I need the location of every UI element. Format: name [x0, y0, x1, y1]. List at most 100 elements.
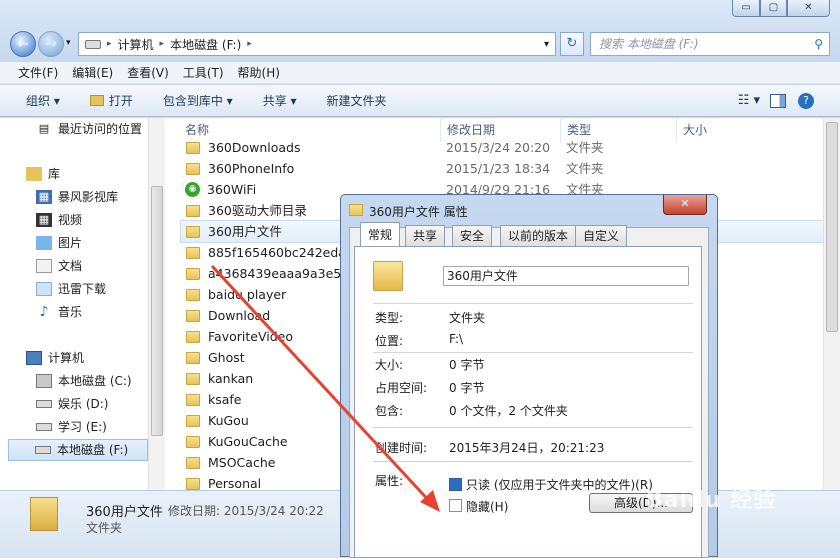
system-drive-icon [36, 374, 52, 388]
menu-help[interactable]: 帮助(H) [238, 64, 280, 81]
folder-icon [186, 288, 200, 301]
address-bar[interactable]: ▸ 计算机 ▸ 本地磁盘 (F:) ▸ ▾ [78, 32, 556, 56]
wifi-icon: ◉ [185, 182, 200, 197]
nav-item-label: 音乐 [58, 305, 83, 319]
nav-item-label: 学习 (E:) [58, 420, 107, 434]
location-label: 位置: [375, 334, 404, 348]
dialog-title: 360用户文件 属性 [369, 205, 468, 219]
nav-item-label: 图片 [58, 236, 83, 250]
details-modified: 修改日期: 2015/3/24 20:22 [168, 504, 324, 518]
size-value: 0 字节 [449, 358, 485, 372]
file-name: 360PhoneInfo [208, 161, 295, 176]
folder-icon [186, 225, 200, 238]
recent-places-icon: ▤ [38, 122, 50, 135]
view-options-icon[interactable]: ☷ ▾ [738, 93, 760, 108]
hidden-label: 隐藏(H) [466, 500, 509, 514]
nav-drive-f[interactable]: 本地磁盘 (F:) [8, 439, 148, 461]
drive-icon [36, 400, 52, 408]
folder-icon [186, 372, 200, 385]
back-button[interactable]: ← [10, 31, 36, 57]
size-label: 大小: [375, 358, 404, 372]
file-date: 2015/3/24 20:20 [446, 140, 551, 155]
tab-general[interactable]: 常规 [360, 222, 401, 247]
nav-item-label: 迅雷下载 [58, 282, 107, 296]
type-label: 类型: [375, 311, 404, 325]
file-type: 文件夹 [566, 140, 604, 155]
disk-size-value: 0 字节 [449, 381, 485, 395]
menu-file[interactable]: 文件(F) [18, 64, 58, 81]
open-folder-icon [89, 95, 104, 106]
tab-customize[interactable]: 自定义 [575, 225, 628, 247]
scrollbar-thumb[interactable] [826, 122, 838, 332]
list-scrollbar[interactable] [823, 118, 840, 490]
created-value: 2015年3月24日，20:21:23 [449, 441, 605, 455]
hidden-checkbox[interactable] [449, 499, 462, 512]
file-type: 文件夹 [566, 161, 604, 176]
search-input[interactable]: 搜索 本地磁盘 (F:) ⚲ [590, 32, 830, 56]
file-row[interactable]: 360Downloads 2015/3/24 20:20 文件夹 [181, 137, 831, 158]
breadcrumb-sep-icon: ▸ [159, 39, 165, 49]
dialog-close-button[interactable]: ✕ [663, 195, 707, 215]
share-button[interactable]: 共享 ▾ [263, 92, 297, 109]
nav-item-label: 娱乐 (D:) [58, 397, 109, 411]
folder-icon [186, 477, 200, 490]
navigation-pane: ▤ 最近访问的位置 库 ▦ 暴风影视库 ▦ 视频 图片 文档 迅雷下载 ♪ 音乐 计算机… [0, 118, 165, 490]
nav-scrollbar[interactable] [148, 118, 165, 490]
new-folder-button[interactable]: 新建文件夹 [327, 92, 387, 109]
breadcrumb-drive[interactable]: 本地磁盘 (F:) [170, 36, 241, 53]
command-bar: 组织 ▾ 打开 包含到库中 ▾ 共享 ▾ 新建文件夹 ☷ ▾ ? [0, 85, 840, 117]
history-dropdown-icon[interactable]: ▾ [66, 38, 71, 48]
preview-pane-icon[interactable] [770, 93, 786, 108]
address-dropdown-icon[interactable]: ▾ [544, 39, 549, 50]
picture-icon [36, 236, 52, 250]
menu-edit[interactable]: 编辑(E) [72, 64, 113, 81]
nav-item-label: 视频 [58, 213, 83, 227]
folder-icon [186, 351, 200, 364]
folder-name-field[interactable]: 360用户文件 [443, 266, 689, 286]
search-placeholder: 搜索 本地磁盘 (F:) [599, 37, 699, 51]
organize-button[interactable]: 组织 ▾ [26, 92, 60, 109]
location-value: F:\ [449, 332, 464, 346]
contains-label: 包含: [375, 404, 404, 418]
nav-recent-label: 最近访问的位置 [58, 122, 143, 136]
disk-size-label: 占用空间: [375, 381, 428, 395]
nav-item-label: 本地磁盘 (F:) [57, 443, 129, 457]
folder-icon [186, 162, 200, 175]
menu-tools[interactable]: 工具(T) [183, 64, 224, 81]
menu-view[interactable]: 查看(V) [127, 64, 169, 81]
maximize-button[interactable]: ▢ [760, 0, 787, 17]
details-name: 360用户文件 [86, 505, 163, 520]
file-date: 2015/1/23 18:34 [446, 161, 551, 176]
divider [373, 352, 693, 353]
type-value: 文件夹 [449, 311, 486, 325]
folder-icon [186, 246, 200, 259]
minimize-button[interactable]: ▭ [732, 0, 760, 17]
file-row[interactable]: 360PhoneInfo 2015/1/23 18:34 文件夹 [181, 158, 831, 179]
folder-icon [186, 267, 200, 280]
tab-security[interactable]: 安全 [452, 225, 493, 247]
nav-item-label: 暴风影视库 [58, 190, 119, 204]
nav-item-label: 本地磁盘 (C:) [58, 374, 132, 388]
scrollbar-thumb[interactable] [151, 186, 163, 436]
nav-item-label: 文档 [58, 259, 83, 273]
tab-sharing[interactable]: 共享 [405, 225, 446, 247]
refresh-button[interactable]: ↻ [560, 32, 584, 56]
folder-icon [186, 456, 200, 469]
watermark: Baidu 经验 [646, 488, 777, 513]
forward-button[interactable]: → [38, 31, 64, 57]
readonly-label: 只读 (仅应用于文件夹中的文件)(R) [466, 478, 653, 492]
document-icon [36, 259, 52, 273]
breadcrumb-computer[interactable]: 计算机 [118, 36, 154, 53]
divider [373, 427, 693, 428]
divider [373, 303, 693, 304]
tab-previous-versions[interactable]: 以前的版本 [500, 225, 577, 247]
readonly-checkbox[interactable] [449, 478, 462, 491]
folder-large-icon [30, 497, 58, 531]
file-name: 360Downloads [208, 140, 301, 155]
folder-icon [186, 204, 200, 217]
open-button[interactable]: 打开 [109, 92, 133, 109]
include-in-library-button[interactable]: 包含到库中 ▾ [163, 92, 233, 109]
close-button[interactable]: ✕ [787, 0, 830, 17]
breadcrumb-sep-icon: ▸ [107, 39, 112, 49]
help-icon[interactable]: ? [798, 92, 814, 109]
